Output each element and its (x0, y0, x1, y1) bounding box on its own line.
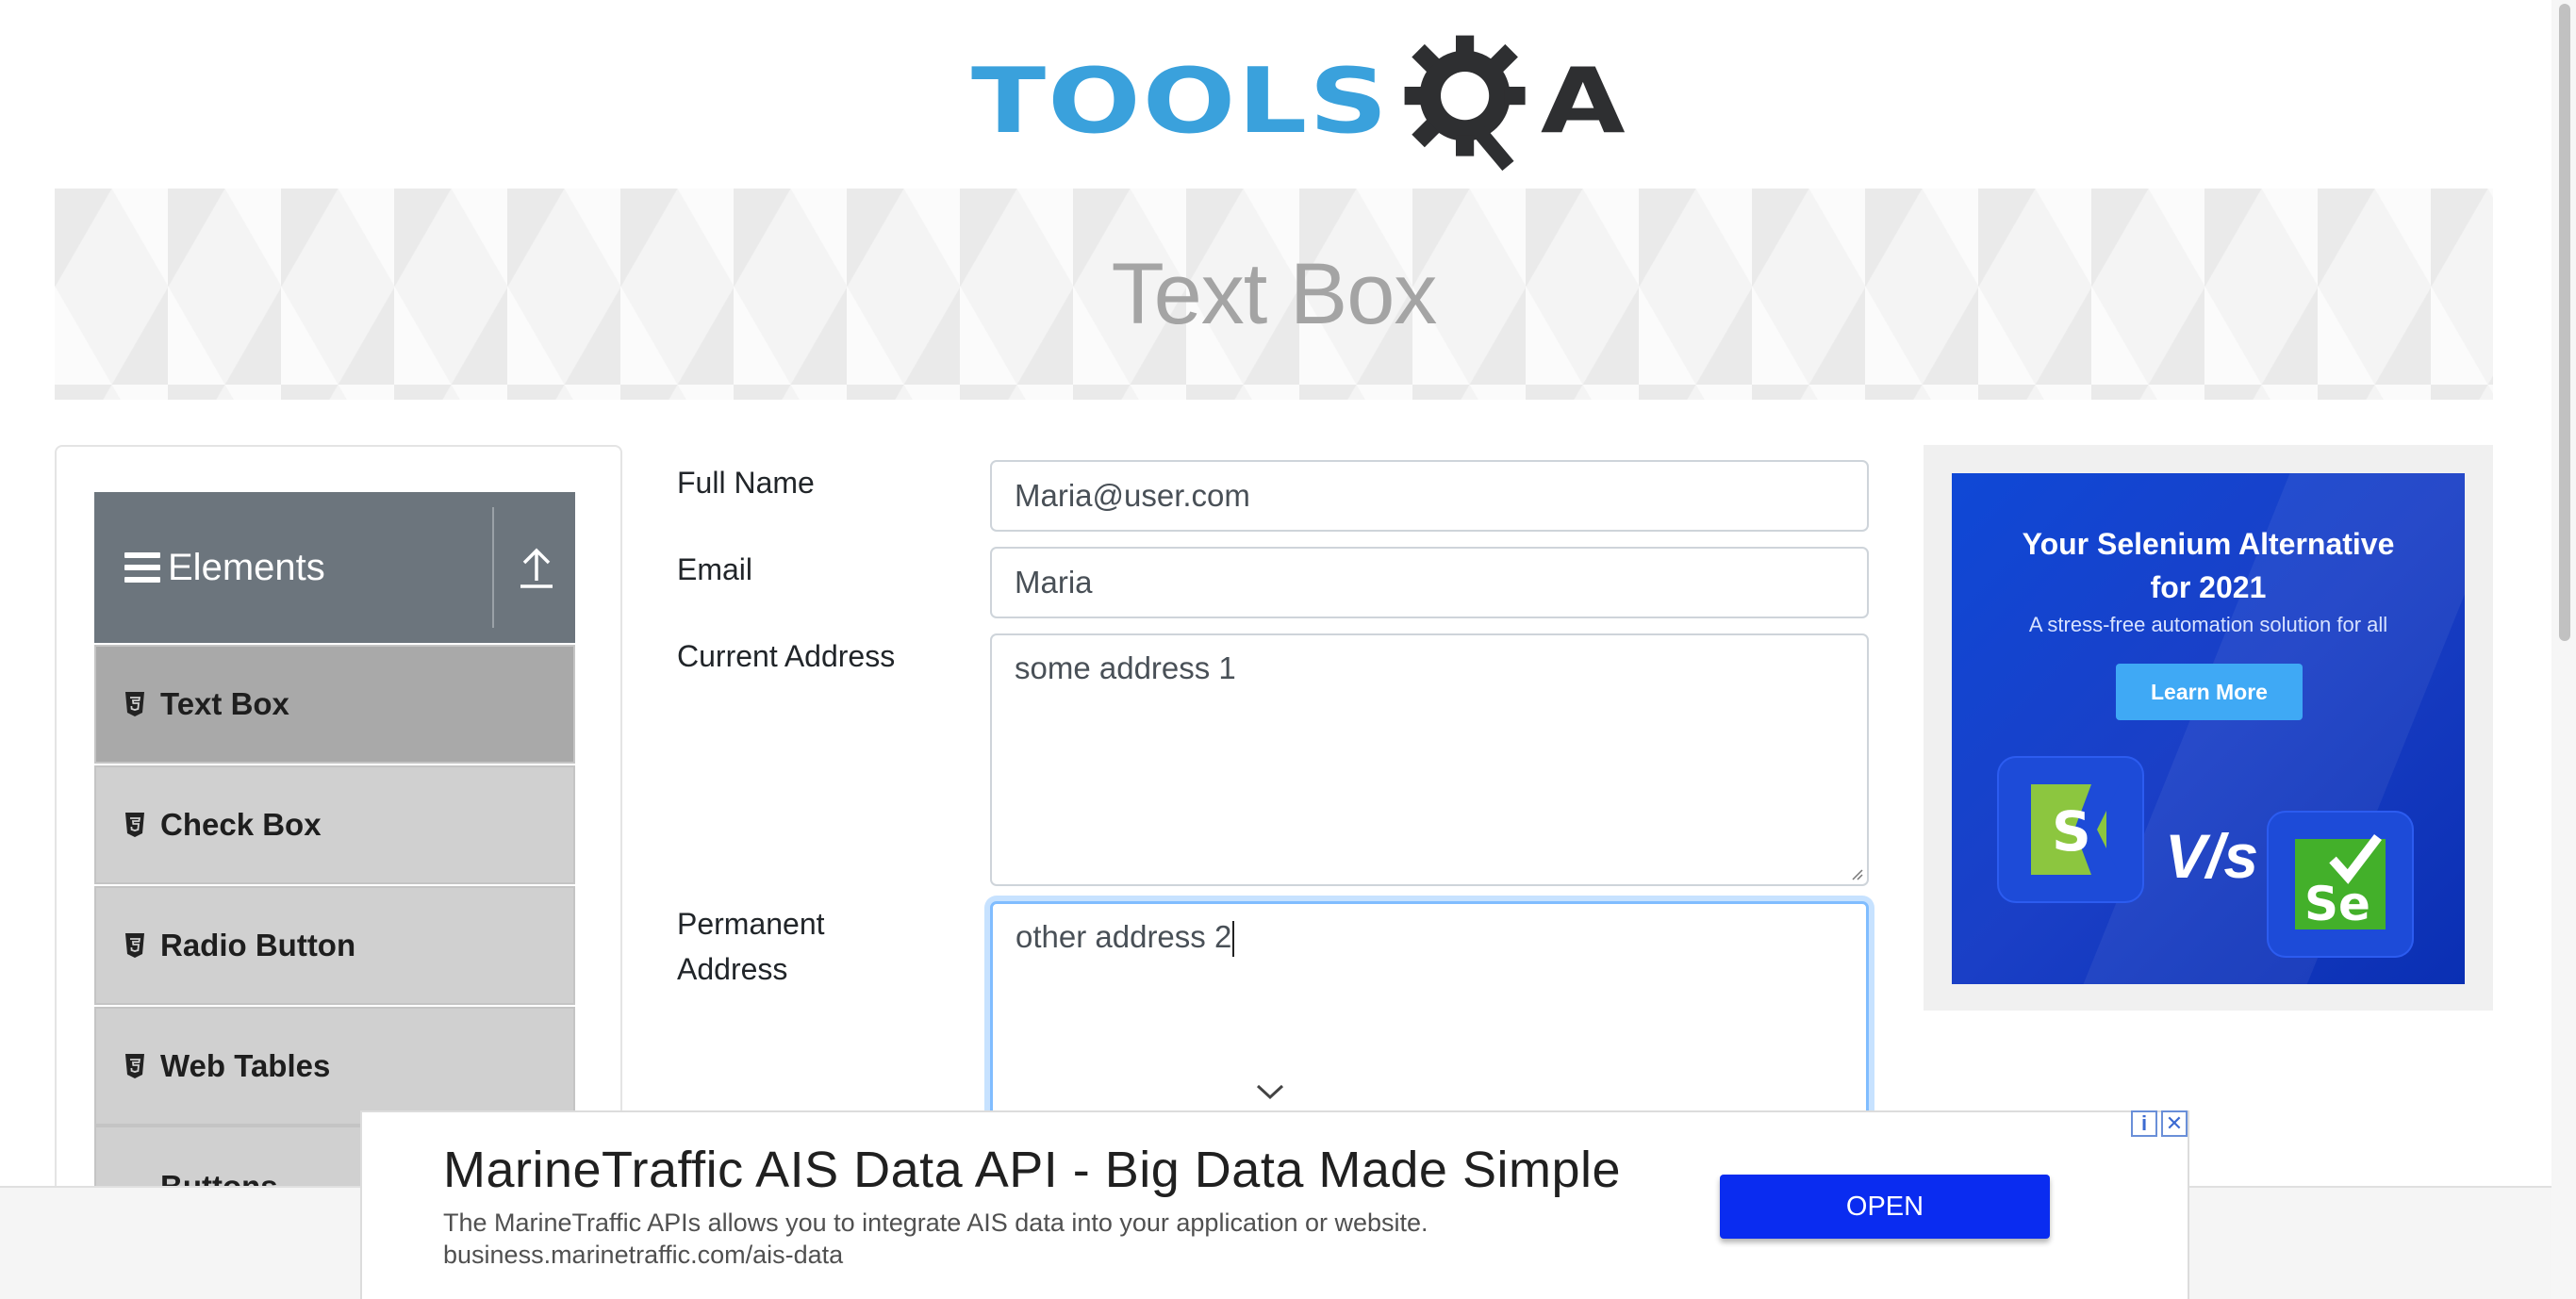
elements-group-header[interactable]: Elements (94, 492, 575, 643)
group-title: Elements (168, 546, 325, 588)
header-divider (492, 507, 494, 628)
current-address-textarea[interactable]: some address 1 (990, 633, 1869, 886)
sidebar-item-web-tables[interactable]: Web Tables (94, 1007, 575, 1126)
ad-title-line2: for 2021 (2150, 570, 2267, 604)
ad-url[interactable]: business.marinetraffic.com/ais-data (443, 1241, 843, 1270)
email-value: Maria (1015, 565, 1093, 600)
sidebar-item-label: Text Box (160, 686, 289, 721)
full-name-input[interactable]: Maria@user.com (990, 460, 1869, 532)
ad-choices[interactable]: i ✕ (2131, 1110, 2189, 1139)
sidebar-item-check-box[interactable]: Check Box (94, 765, 575, 884)
page-banner: Text Box (55, 189, 2493, 400)
logo-suffix: A (1540, 49, 1626, 154)
current-address-label: Current Address (677, 639, 896, 673)
katalon-logo-icon: S (2031, 784, 2120, 875)
html5-icon (125, 1054, 144, 1078)
full-name-value: Maria@user.com (1015, 478, 1250, 513)
full-name-label: Full Name (677, 466, 815, 500)
sidebar-item-radio-button[interactable]: Radio Button (94, 886, 575, 1005)
ad-subtitle: A stress-free automation solution for al… (2028, 613, 2388, 636)
permanent-address-label-line2: Address (677, 952, 788, 986)
email-label: Email (677, 552, 753, 586)
toolsqa-logo[interactable]: TOOLS A (971, 26, 1626, 177)
versus-text: V/s (2165, 821, 2259, 891)
collapse-arrow-icon[interactable] (515, 543, 558, 592)
current-address-value: some address 1 (1015, 650, 1236, 685)
permanent-address-label: Permanent Address (677, 901, 825, 992)
text-caret (1232, 921, 1235, 958)
permanent-address-textarea[interactable]: other address 2 (990, 901, 1869, 1146)
info-icon[interactable]: i (2131, 1110, 2157, 1137)
gear-magnifier-icon (1404, 35, 1526, 172)
sidebar-item-label: Check Box (160, 807, 322, 842)
sidebar-item-label: Web Tables (160, 1048, 331, 1083)
chevron-down-icon[interactable] (1254, 1082, 1286, 1101)
close-icon[interactable]: ✕ (2161, 1110, 2188, 1137)
menu-icon (124, 552, 160, 583)
bottom-ad[interactable]: MarineTraffic AIS Data API - Big Data Ma… (360, 1110, 2189, 1299)
sidebar-item-label: Radio Button (160, 928, 356, 962)
resize-grip-icon[interactable] (1848, 865, 1863, 880)
logo-text: TOOLS (971, 49, 1390, 154)
ad-title: Your Selenium Alternative for 2021 (1952, 522, 2465, 609)
katalon-logo: S (1997, 756, 2144, 903)
selenium-logo-icon: Se (2295, 833, 2386, 931)
html5-icon (125, 692, 144, 716)
scrollbar-thumb[interactable] (2559, 4, 2570, 641)
ad-description: The MarineTraffic APIs allows you to int… (443, 1209, 1428, 1237)
ad-headline[interactable]: MarineTraffic AIS Data API - Big Data Ma… (443, 1141, 1621, 1199)
page-title: Text Box (1111, 245, 1438, 342)
email-input[interactable]: Maria (990, 547, 1869, 618)
open-button[interactable]: OPEN (1720, 1175, 2050, 1239)
katalon-letter: S (2052, 799, 2091, 863)
sidebar-item-buttons[interactable]: Buttons (94, 1126, 362, 1186)
page-scrollbar[interactable] (2551, 0, 2576, 1299)
selenium-logo: Se (2267, 811, 2414, 958)
sidebar-item-text-box[interactable]: Text Box (94, 645, 575, 764)
learn-more-button[interactable]: Learn More (2116, 664, 2303, 720)
side-ad[interactable]: Your Selenium Alternative for 2021 A str… (1952, 473, 2465, 984)
html5-icon (125, 933, 144, 958)
permanent-address-value: other address 2 (1016, 919, 1232, 954)
sidebar-item-label: Buttons (160, 1169, 278, 1186)
permanent-address-label-line1: Permanent (677, 907, 825, 941)
ad-title-line1: Your Selenium Alternative (2022, 527, 2395, 561)
html5-icon (125, 813, 144, 837)
selenium-letters: Se (2304, 877, 2370, 931)
